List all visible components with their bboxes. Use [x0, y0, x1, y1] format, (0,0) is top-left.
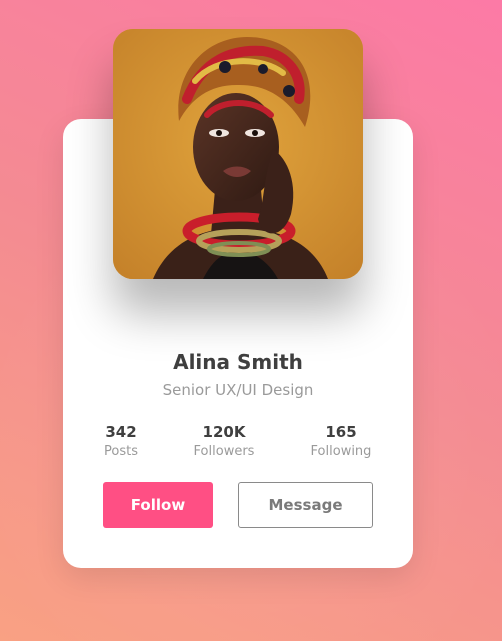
stat-posts-value: 342 — [105, 423, 137, 441]
stat-followers-value: 120K — [202, 423, 246, 441]
stat-posts-label: Posts — [104, 444, 138, 459]
profile-avatar — [113, 29, 363, 279]
message-button[interactable]: Message — [238, 482, 373, 528]
stat-following: 165 Following — [291, 423, 391, 459]
profile-stats: 342 Posts 120K Followers 165 Following — [63, 423, 413, 468]
stat-posts: 342 Posts — [71, 423, 171, 459]
profile-name: Alina Smith — [173, 350, 303, 374]
avatar-portrait-image — [113, 29, 363, 279]
stat-following-label: Following — [310, 444, 372, 459]
stat-followers-label: Followers — [193, 444, 255, 459]
stat-following-value: 165 — [325, 423, 357, 441]
profile-role: Senior UX/UI Design — [162, 381, 314, 399]
follow-button[interactable]: Follow — [103, 482, 213, 528]
stat-followers: 120K Followers — [174, 423, 274, 459]
